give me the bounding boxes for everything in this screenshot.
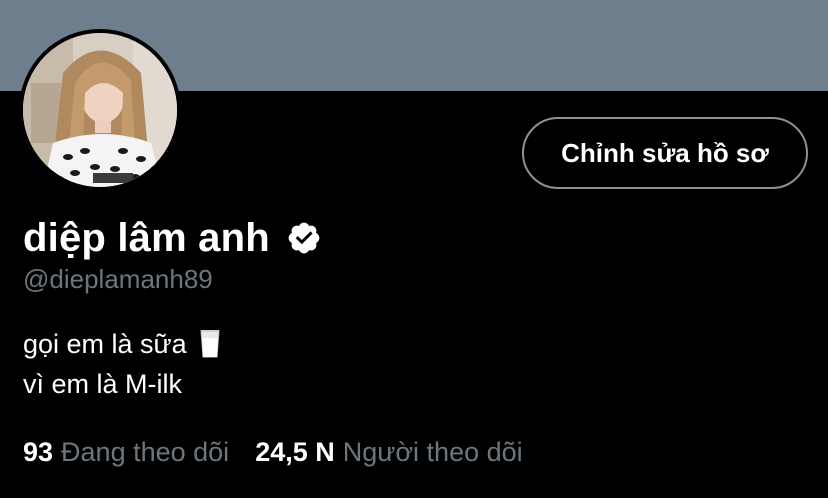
avatar-photo xyxy=(23,33,177,187)
user-handle: @dieplamanh89 xyxy=(23,264,213,294)
display-name: diệp lâm anh xyxy=(23,215,270,260)
bio-line: vì em là M-ilk xyxy=(23,364,221,404)
followers-link[interactable]: 24,5 N Người theo dõi xyxy=(255,437,522,468)
bio-text: vì em là M-ilk xyxy=(23,369,183,399)
bio-text: gọi em là sữa xyxy=(23,329,187,359)
following-count: 93 xyxy=(23,436,54,467)
followers-label: Người theo dõi xyxy=(342,436,523,467)
edit-profile-button[interactable]: Chỉnh sửa hồ sơ xyxy=(522,117,808,189)
following-link[interactable]: 93 Đang theo dõi xyxy=(23,437,229,468)
profile-bio: gọi em là sữa vì em là M-ilk xyxy=(23,324,221,404)
avatar[interactable] xyxy=(23,33,177,187)
bio-line: gọi em là sữa xyxy=(23,324,221,364)
milk-glass-icon xyxy=(199,329,221,359)
name-row: diệp lâm anh xyxy=(23,212,322,264)
followers-count: 24,5 N xyxy=(255,436,335,467)
following-label: Đang theo dõi xyxy=(61,436,230,467)
verified-badge-icon[interactable] xyxy=(286,220,322,256)
follow-stats: 93 Đang theo dõi 24,5 N Người theo dõi xyxy=(23,434,523,470)
